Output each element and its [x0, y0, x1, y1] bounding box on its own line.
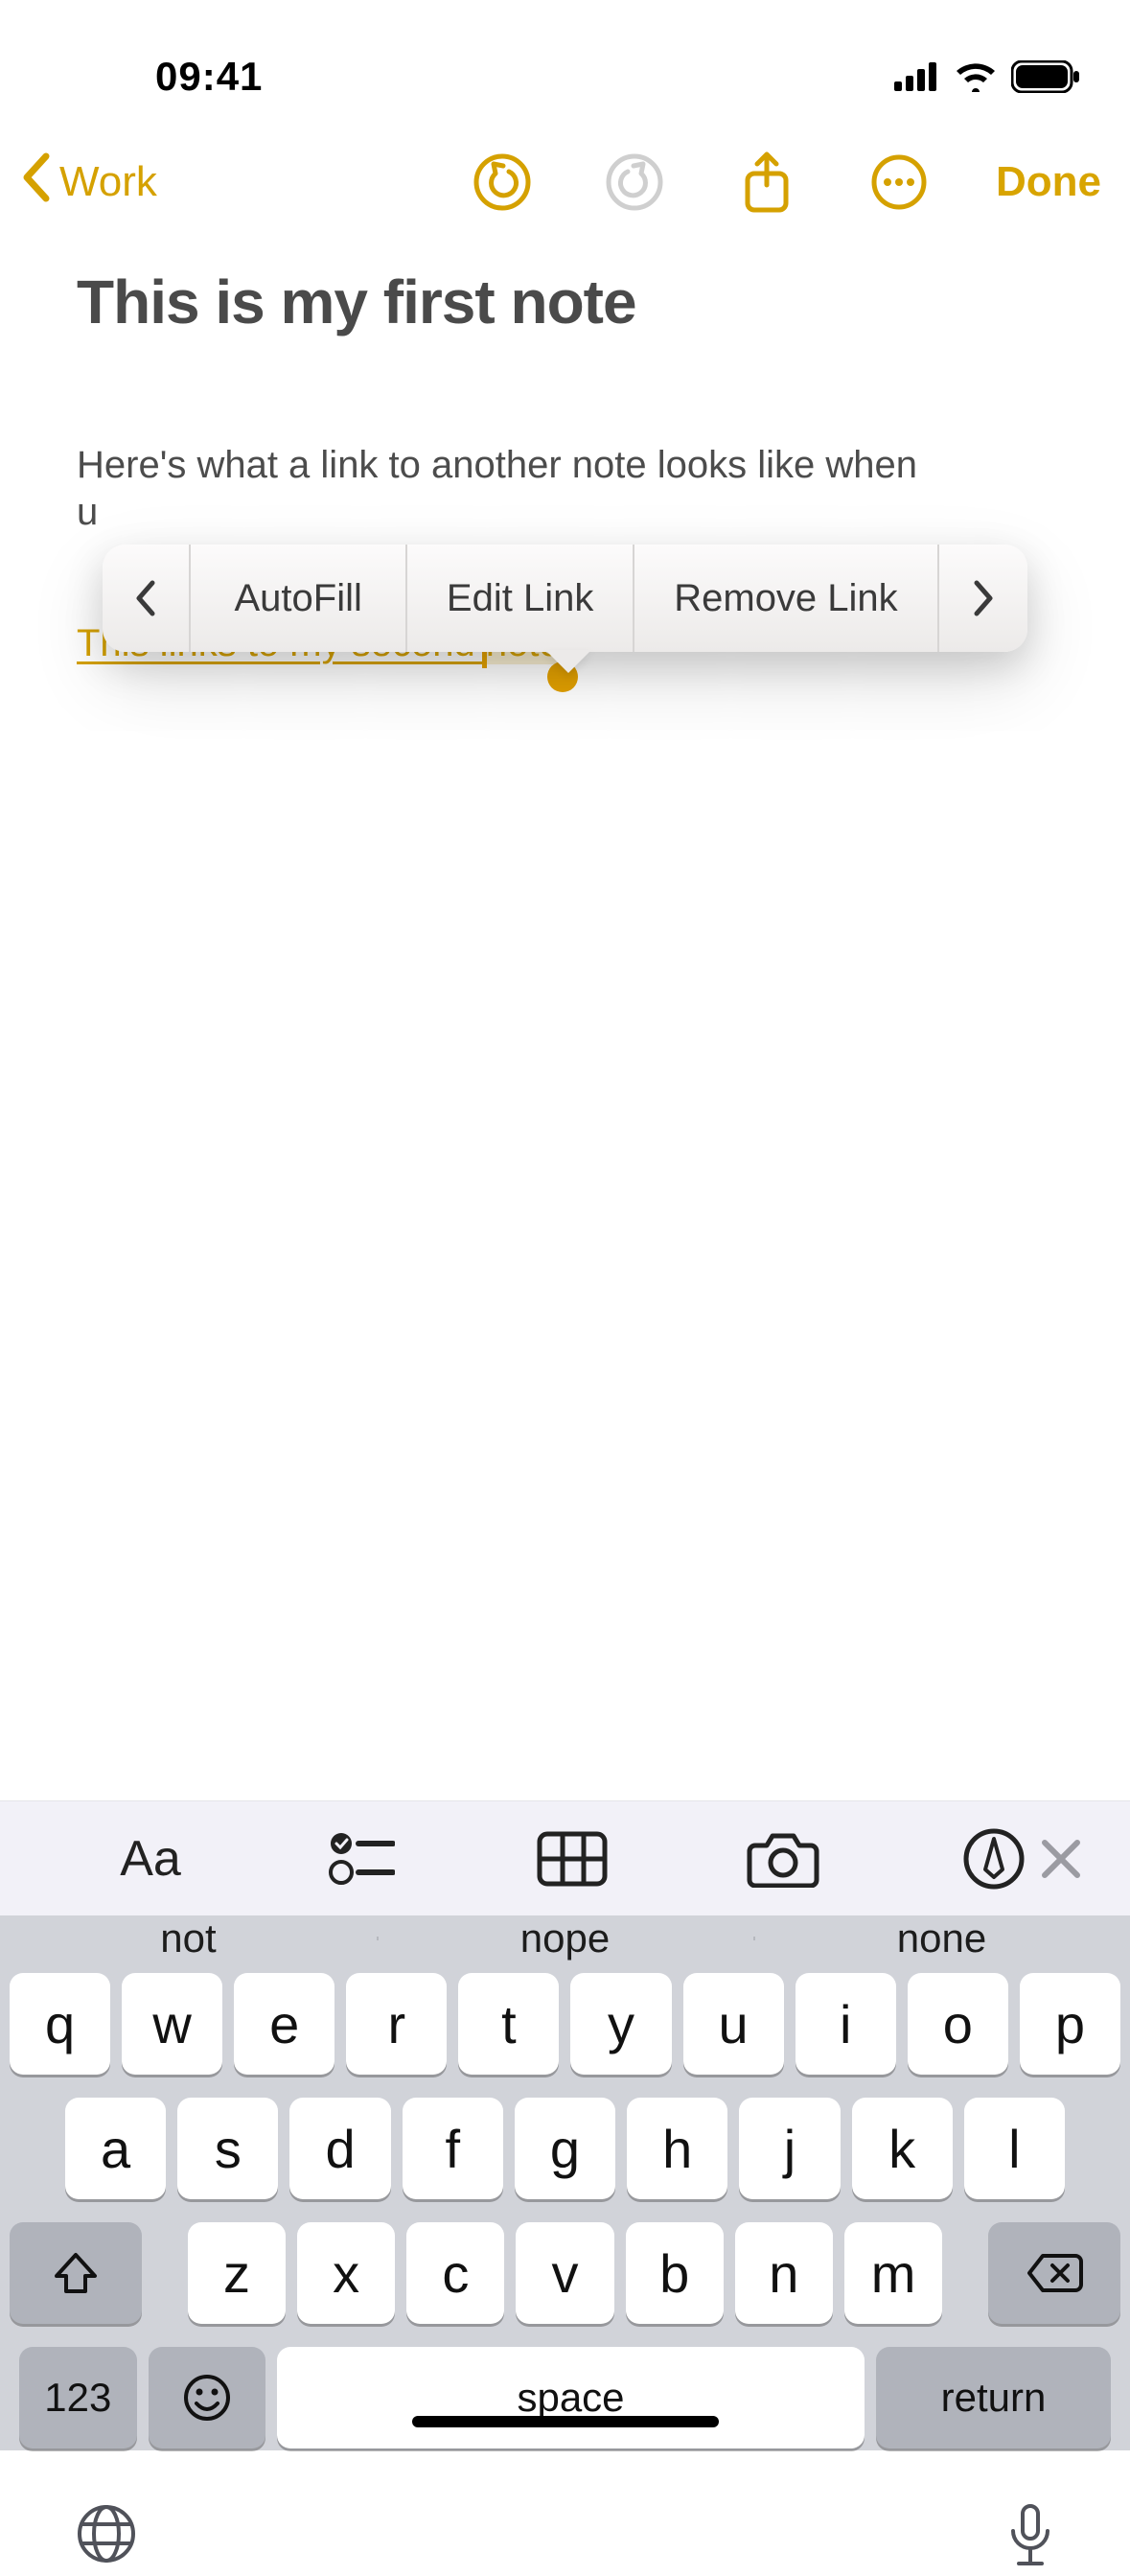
key-d[interactable]: d	[289, 2098, 390, 2199]
battery-icon	[1011, 60, 1080, 93]
back-button[interactable]: Work	[19, 152, 157, 213]
globe-button[interactable]	[75, 2502, 138, 2570]
suggestion-3[interactable]: none	[753, 1915, 1130, 1961]
key-m[interactable]: m	[844, 2222, 942, 2324]
status-bar: 09:41	[0, 0, 1130, 125]
undo-button[interactable]	[473, 152, 532, 212]
key-u[interactable]: u	[683, 1973, 784, 2075]
context-menu-autofill[interactable]: AutoFill	[191, 545, 407, 652]
nav-bar: Work Done	[0, 125, 1130, 240]
note-title[interactable]: This is my first note	[77, 267, 1053, 337]
text-style-button[interactable]: Aa	[113, 1822, 188, 1896]
key-w[interactable]: w	[122, 1973, 222, 2075]
status-time: 09:41	[155, 54, 263, 100]
key-x[interactable]: x	[297, 2222, 395, 2324]
key-space[interactable]: space	[277, 2347, 865, 2448]
key-y[interactable]: y	[570, 1973, 671, 2075]
key-e[interactable]: e	[234, 1973, 334, 2075]
key-n[interactable]: n	[735, 2222, 833, 2324]
key-f[interactable]: f	[403, 2098, 503, 2199]
more-button[interactable]	[869, 152, 929, 212]
key-row-3: z x c v b n m	[10, 2222, 1120, 2324]
key-row-1: q w e r t y u i o p	[10, 1973, 1120, 2075]
key-i[interactable]: i	[796, 1973, 896, 2075]
key-r[interactable]: r	[346, 1973, 447, 2075]
key-c[interactable]: c	[406, 2222, 504, 2324]
checklist-button[interactable]	[324, 1822, 399, 1896]
key-numbers[interactable]: 123	[19, 2347, 137, 2448]
key-shift[interactable]	[10, 2222, 142, 2324]
key-backspace[interactable]	[988, 2222, 1120, 2324]
key-emoji[interactable]	[149, 2347, 266, 2448]
chevron-left-icon	[19, 152, 54, 213]
format-toolbar: Aa	[0, 1800, 1130, 1915]
done-button[interactable]: Done	[996, 158, 1101, 206]
key-k[interactable]: k	[852, 2098, 953, 2199]
key-l[interactable]: l	[964, 2098, 1065, 2199]
suggestion-1[interactable]: not	[0, 1915, 377, 1961]
key-row-4: 123 space return	[10, 2347, 1120, 2448]
note-body-line2[interactable]: u	[77, 491, 1053, 534]
key-o[interactable]: o	[908, 1973, 1008, 2075]
key-a[interactable]: a	[65, 2098, 166, 2199]
key-s[interactable]: s	[177, 2098, 278, 2199]
key-j[interactable]: j	[739, 2098, 840, 2199]
dictation-button[interactable]	[1005, 2502, 1055, 2576]
suggestion-bar: not nope none	[0, 1915, 1130, 1961]
key-b[interactable]: b	[626, 2222, 724, 2324]
camera-button[interactable]	[746, 1822, 820, 1896]
status-icons	[894, 60, 1080, 93]
key-row-2: a s d f g h j k l	[10, 2098, 1120, 2199]
key-return[interactable]: return	[876, 2347, 1111, 2448]
context-menu-next[interactable]	[939, 545, 1027, 652]
key-z[interactable]: z	[188, 2222, 286, 2324]
table-button[interactable]	[535, 1822, 610, 1896]
back-label: Work	[59, 158, 157, 206]
keyboard: not nope none q w e r t y u i o p a s d …	[0, 1915, 1130, 2450]
wifi-icon	[954, 61, 998, 92]
key-g[interactable]: g	[515, 2098, 615, 2199]
home-indicator[interactable]	[412, 2416, 719, 2427]
context-menu-prev[interactable]	[103, 545, 191, 652]
keyboard-bottom	[0, 2448, 1130, 2576]
context-menu: AutoFill Edit Link Remove Link	[103, 545, 1027, 652]
key-t[interactable]: t	[458, 1973, 559, 2075]
key-v[interactable]: v	[516, 2222, 613, 2324]
context-menu-remove-link[interactable]: Remove Link	[634, 545, 939, 652]
suggestion-2[interactable]: nope	[377, 1915, 753, 1961]
close-toolbar-button[interactable]	[1031, 1822, 1090, 1896]
markup-button[interactable]	[957, 1822, 1031, 1896]
key-q[interactable]: q	[10, 1973, 110, 2075]
redo-button[interactable]	[605, 152, 664, 212]
key-p[interactable]: p	[1020, 1973, 1120, 2075]
note-body-line1[interactable]: Here's what a link to another note looks…	[77, 439, 1053, 491]
context-menu-edit-link[interactable]: Edit Link	[407, 545, 634, 652]
cellular-icon	[894, 62, 940, 91]
share-button[interactable]	[737, 152, 796, 212]
key-h[interactable]: h	[627, 2098, 727, 2199]
